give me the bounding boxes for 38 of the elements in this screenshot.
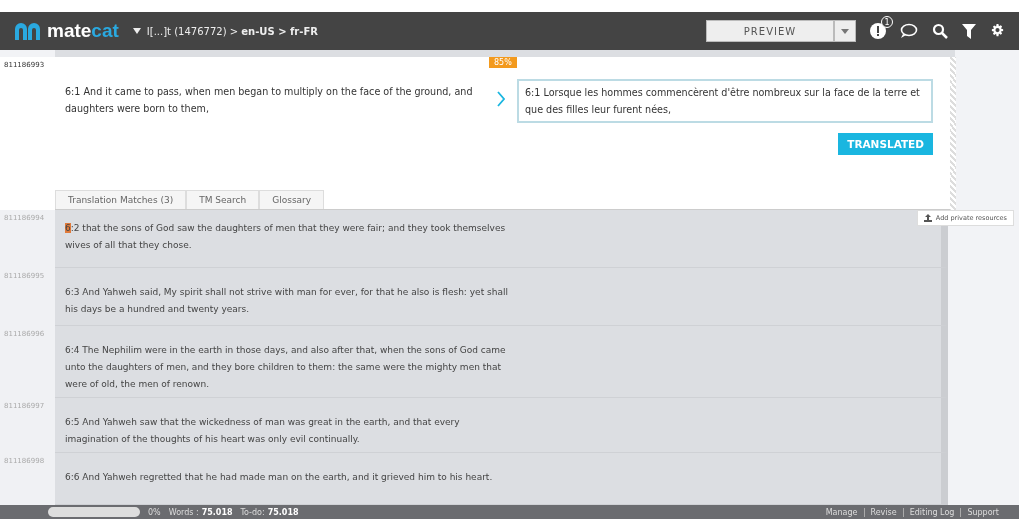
segment-text: 6:4 The Nephilim were in the earth in those days, and also after that, when the sons of God came unto the daughters of men, and they bore children to them: the same were the mighty men that were of old, the men of renown.: [65, 344, 507, 391]
footer-link[interactable]: Manage: [819, 507, 864, 517]
footer-link[interactable]: Editing Log: [902, 507, 961, 517]
match-badge: 85%: [489, 56, 517, 68]
dropdown-button[interactable]: [834, 20, 856, 42]
segment-text: 6:6 And Yahweh regretted that he had made man on the earth, and it grieved him to his heart.: [65, 471, 494, 484]
panel-tab[interactable]: Translation Matches (3): [55, 190, 187, 209]
project-breadcrumb: I[...]t (1476772) > en-US > fr-FR: [146, 25, 318, 37]
words-count: 75.018: [201, 507, 233, 517]
footer-link[interactable]: Support: [960, 507, 1005, 517]
segment-text: 6:3 And Yahweh said, My spirit shall not strive with man for ever, for that he also is flesh: yet shall his days be a hundred and twenty years.: [65, 286, 509, 316]
words-label: Words :: [168, 507, 199, 517]
filter-icon[interactable]: [962, 23, 976, 39]
preview-button[interactable]: PREVIEW: [706, 20, 834, 42]
segment-row[interactable]: 6:6 And Yahweh regretted that he had made man on the earth, and it grieved him to his heart.: [55, 453, 948, 505]
panel-tab[interactable]: Glossary: [259, 190, 325, 209]
segment-row[interactable]: 6:5 And Yahweh saw that the wickedness of man was great in the earth, and that every imagination of the thoughts of his heart was only evil continually.: [55, 398, 948, 453]
todo-count: 75.018: [267, 507, 299, 517]
todo-label: To-do:: [240, 507, 265, 517]
notification-badge: 1: [881, 16, 893, 28]
source-text: 6:1 And it came to pass, when men began to multiply on the face of the ground, and daughters were born to them,: [65, 84, 474, 116]
comment-icon[interactable]: [900, 23, 918, 39]
footer-link[interactable]: Revise: [863, 507, 903, 517]
caret-icon: [841, 28, 849, 34]
segment-row[interactable]: 6:3 And Yahweh said, My spirit shall not strive with man for ever, for that he also is flesh: yet shall his days be a hundred and twenty years.: [55, 268, 948, 326]
progress-percent: 0%: [148, 507, 161, 517]
panel-tab[interactable]: TM Search: [186, 190, 260, 209]
segment-text: 6:5 And Yahweh saw that the wickedness of man was great in the earth, and that every imagination of the thoughts of his heart was only evil continually.: [65, 416, 461, 446]
segment-row[interactable]: [55, 326, 948, 398]
chevron-right-icon: [497, 90, 505, 107]
settings-icon[interactable]: [990, 23, 1005, 39]
alert-icon[interactable]: [870, 23, 886, 39]
caret-icon[interactable]: [132, 28, 141, 34]
segment-text: 6:2 that the sons of God saw the daughters of men that they were fair; and they took themselves wives of all that they chose.: [65, 222, 507, 252]
search-icon[interactable]: [932, 23, 948, 39]
upload-icon: [923, 214, 932, 222]
target-field[interactable]: 6:1 Lorsque les hommes commencèrent d'être nombreux sur la face de la terre et que des filles leur furent nées,: [517, 78, 933, 123]
logo: matecat: [14, 20, 119, 42]
